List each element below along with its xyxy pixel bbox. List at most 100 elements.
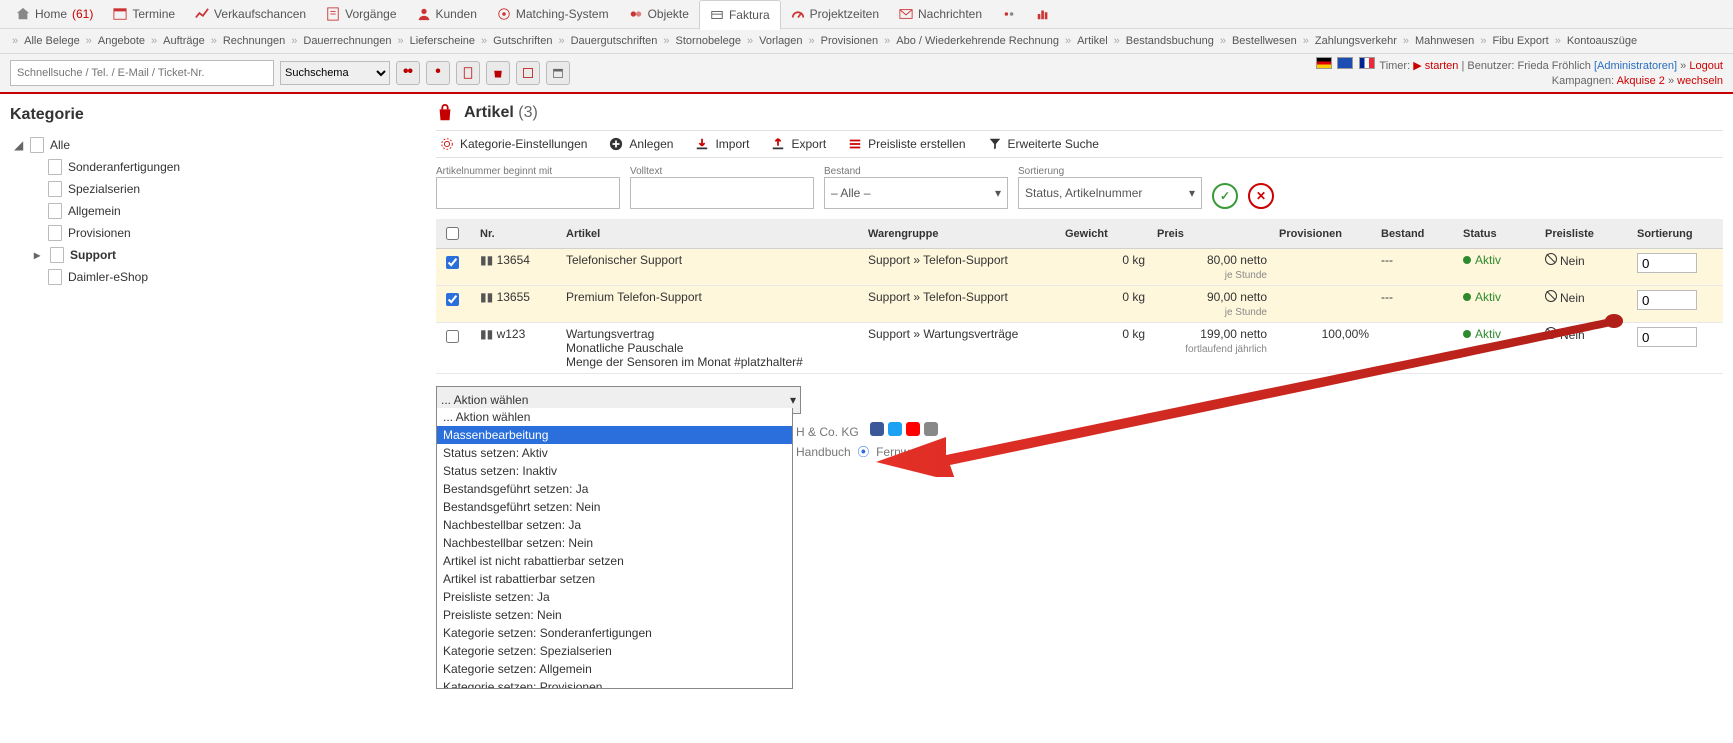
nav-verkaufschancen[interactable]: Verkaufschancen: [185, 0, 316, 28]
row-checkbox[interactable]: [446, 330, 459, 343]
kampagne-wechseln[interactable]: wechseln: [1677, 75, 1723, 87]
th-status[interactable]: Status: [1457, 219, 1539, 249]
tree-item-support[interactable]: ▸Support: [30, 244, 436, 266]
handbuch-link[interactable]: Handbuch: [796, 445, 851, 459]
subnav-lieferscheine[interactable]: Lieferscheine: [410, 35, 475, 47]
flag-fr-icon[interactable]: [1359, 57, 1375, 69]
subnav-vorlagen[interactable]: Vorlagen: [759, 35, 802, 47]
tree-item-daimler-eshop[interactable]: Daimler-eShop: [44, 266, 436, 288]
th-sortierung[interactable]: Sortierung: [1631, 219, 1723, 249]
action-option[interactable]: Artikel ist rabattierbar setzen: [437, 570, 792, 588]
subnav-artikel[interactable]: Artikel: [1077, 35, 1108, 47]
fernwartung-link[interactable]: Fernwartung: [876, 445, 943, 459]
table-row[interactable]: ▮▮ 13655Premium Telefon-SupportSupport »…: [436, 286, 1723, 323]
th-warengruppe[interactable]: Warengruppe: [862, 219, 1059, 249]
nav-home[interactable]: Home (61): [6, 0, 103, 28]
tb-import[interactable]: Import: [695, 137, 749, 151]
filter-sort-select[interactable]: Status, Artikelnummer▾: [1018, 177, 1202, 209]
tb-anlegen[interactable]: Anlegen: [609, 137, 673, 151]
tool-icon-3[interactable]: [456, 61, 480, 85]
nav-faktura[interactable]: Faktura: [699, 0, 781, 30]
action-option[interactable]: Kategorie setzen: Spezialserien: [437, 642, 792, 660]
nav-nachrichten[interactable]: Nachrichten: [889, 0, 992, 28]
flag-de-icon[interactable]: [1316, 57, 1332, 69]
action-option[interactable]: Nachbestellbar setzen: Ja: [437, 516, 792, 534]
subnav-bestandsbuchung[interactable]: Bestandsbuchung: [1126, 35, 1214, 47]
filter-bestand-select[interactable]: – Alle –▾: [824, 177, 1008, 209]
subnav-angebote[interactable]: Angebote: [98, 35, 145, 47]
tree-root[interactable]: ◢ Alle: [10, 134, 436, 156]
tree-item-provisionen[interactable]: Provisionen: [44, 222, 436, 244]
nav-stats[interactable]: [1026, 0, 1060, 28]
sort-input[interactable]: [1637, 253, 1697, 273]
action-option[interactable]: Artikel ist nicht rabattierbar setzen: [437, 552, 792, 570]
tool-icon-6[interactable]: [546, 61, 570, 85]
table-row[interactable]: ▮▮ 13654Telefonischer SupportSupport » T…: [436, 249, 1723, 286]
action-option[interactable]: Kategorie setzen: Sonderanfertigungen: [437, 624, 792, 642]
filter-artnr-input[interactable]: [436, 177, 620, 209]
nav-projektzeiten[interactable]: Projektzeiten: [781, 0, 889, 28]
subnav-dauerrechnungen[interactable]: Dauerrechnungen: [303, 35, 391, 47]
subnav-rechnungen[interactable]: Rechnungen: [223, 35, 285, 47]
filter-volltext-input[interactable]: [630, 177, 814, 209]
quicksearch-input[interactable]: [10, 60, 274, 86]
tool-icon-5[interactable]: [516, 61, 540, 85]
youtube-icon[interactable]: [906, 422, 920, 436]
tree-item-spezialserien[interactable]: Spezialserien: [44, 178, 436, 200]
tool-icon-1[interactable]: [396, 61, 420, 85]
subnav-bestellwesen[interactable]: Bestellwesen: [1232, 35, 1297, 47]
subnav-stornobelege[interactable]: Stornobelege: [676, 35, 741, 47]
tool-icon-2[interactable]: [426, 61, 450, 85]
subnav-abo-wiederkehrende-rechnung[interactable]: Abo / Wiederkehrende Rechnung: [896, 35, 1059, 47]
th-bestand[interactable]: Bestand: [1375, 219, 1457, 249]
tb-kategorie-einstellungen[interactable]: Kategorie-Einstellungen: [440, 137, 587, 151]
tree-item-allgemein[interactable]: Allgemein: [44, 200, 436, 222]
tool-icon-4[interactable]: [486, 61, 510, 85]
kampagne-link[interactable]: Akquise 2: [1617, 75, 1665, 87]
select-all-checkbox[interactable]: [446, 227, 459, 240]
th-gewicht[interactable]: Gewicht: [1059, 219, 1151, 249]
nav-termine[interactable]: Termine: [103, 0, 185, 28]
tree-item-sonderanfertigungen[interactable]: Sonderanfertigungen: [44, 156, 436, 178]
nav-kunden[interactable]: Kunden: [407, 0, 487, 28]
action-option[interactable]: Massenbearbeitung: [437, 426, 792, 444]
action-option[interactable]: Kategorie setzen: Provisionen: [437, 678, 792, 689]
tb-preisliste[interactable]: Preisliste erstellen: [848, 137, 965, 151]
subnav-provisionen[interactable]: Provisionen: [821, 35, 878, 47]
action-option[interactable]: Kategorie setzen: Allgemein: [437, 660, 792, 678]
action-option[interactable]: Nachbestellbar setzen: Nein: [437, 534, 792, 552]
action-option[interactable]: Preisliste setzen: Nein: [437, 606, 792, 624]
subnav-dauergutschriften[interactable]: Dauergutschriften: [571, 35, 658, 47]
tb-export[interactable]: Export: [771, 137, 826, 151]
timer-start[interactable]: ▶ starten: [1413, 60, 1458, 72]
action-option[interactable]: Bestandsgeführt setzen: Nein: [437, 498, 792, 516]
filter-reset-button[interactable]: ✕: [1248, 183, 1274, 209]
tb-erweiterte-suche[interactable]: Erweiterte Suche: [988, 137, 1099, 151]
table-row[interactable]: ▮▮ w123WartungsvertragMonatliche Pauscha…: [436, 323, 1723, 374]
facebook-icon[interactable]: [870, 422, 884, 436]
action-option[interactable]: ... Aktion wählen: [437, 408, 792, 426]
th-preis[interactable]: Preis: [1151, 219, 1273, 249]
twitter-icon[interactable]: [888, 422, 902, 436]
action-option[interactable]: Status setzen: Inaktiv: [437, 462, 792, 480]
th-nr[interactable]: Nr.: [474, 219, 560, 249]
subnav-gutschriften[interactable]: Gutschriften: [493, 35, 552, 47]
rss-icon[interactable]: [924, 422, 938, 436]
row-checkbox[interactable]: [446, 293, 459, 306]
subnav-zahlungsverkehr[interactable]: Zahlungsverkehr: [1315, 35, 1397, 47]
nav-objekte[interactable]: Objekte: [619, 0, 699, 28]
action-option[interactable]: Status setzen: Aktiv: [437, 444, 792, 462]
subnav-fibu-export[interactable]: Fibu Export: [1492, 35, 1548, 47]
flag-uk-icon[interactable]: [1337, 57, 1353, 69]
th-provisionen[interactable]: Provisionen: [1273, 219, 1375, 249]
logout-link[interactable]: Logout: [1689, 60, 1723, 72]
suchschema-select[interactable]: Suchschema: [280, 61, 390, 85]
nav-dots[interactable]: [992, 0, 1026, 28]
action-option[interactable]: Preisliste setzen: Ja: [437, 588, 792, 606]
th-artikel[interactable]: Artikel: [560, 219, 862, 249]
row-checkbox[interactable]: [446, 256, 459, 269]
nav-matching[interactable]: Matching-System: [487, 0, 619, 28]
nav-vorgaenge[interactable]: Vorgänge: [316, 0, 406, 28]
th-preisliste[interactable]: Preisliste: [1539, 219, 1631, 249]
subnav-kontoausz-ge[interactable]: Kontoauszüge: [1567, 35, 1637, 47]
